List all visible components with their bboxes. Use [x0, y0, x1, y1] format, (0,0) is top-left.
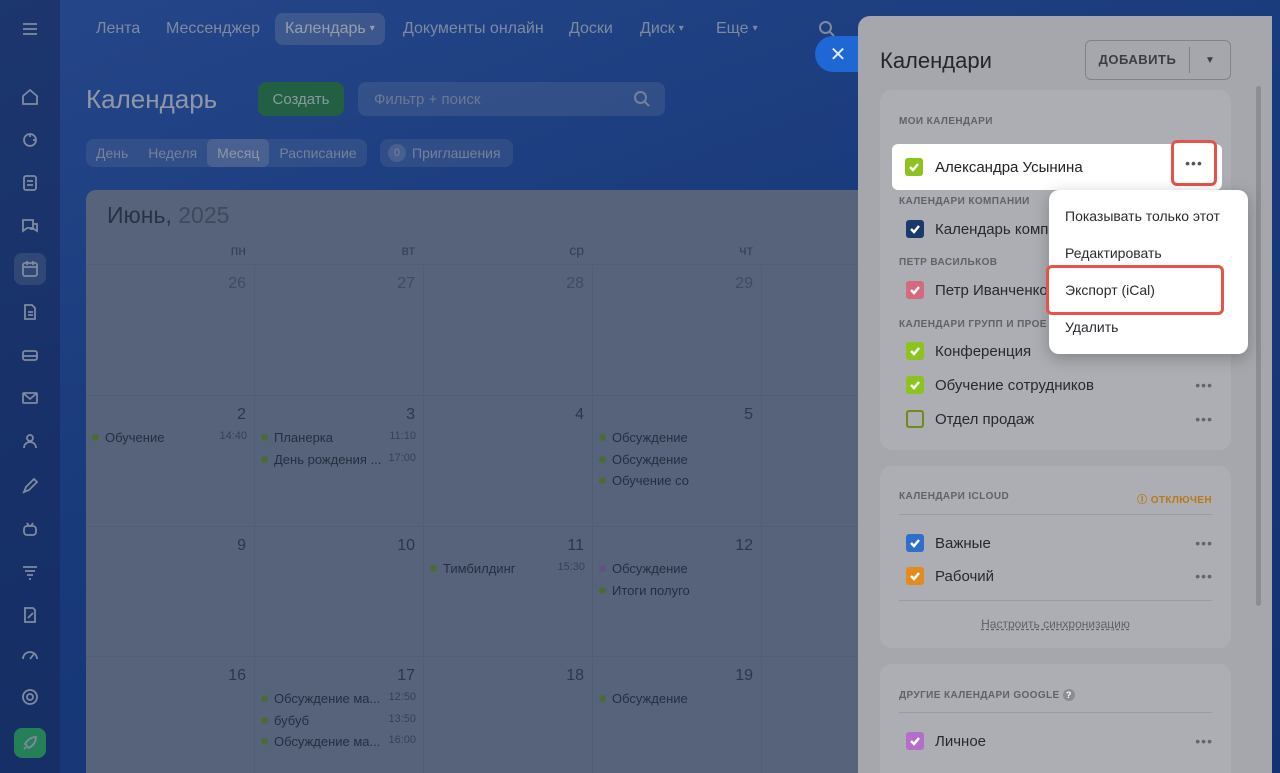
- section-user-calendars: ПЕТР ВАСИЛЬКОВ: [899, 257, 998, 268]
- sync-settings-link[interactable]: Настроить синхронизацию: [880, 617, 1231, 631]
- menu-item-show-only[interactable]: Показывать только этот: [1065, 208, 1220, 224]
- icloud-card: КАЛЕНДАРИ ICLOUD ⓘ ОТКЛЮЧЕН Важные ••• Р…: [880, 466, 1231, 648]
- warning-icon: ⓘ: [1137, 495, 1151, 506]
- calendar-group-training[interactable]: Обучение сотрудников: [906, 373, 1094, 397]
- section-company-calendars: КАЛЕНДАРИ КОМПАНИИ: [899, 196, 1030, 207]
- section-google: ДРУГИЕ КАЛЕНДАРИ GOOGLE ?: [899, 689, 1075, 701]
- menu-item-delete[interactable]: Удалить: [1065, 319, 1118, 335]
- divider: [899, 600, 1212, 601]
- checkbox[interactable]: [906, 220, 924, 238]
- section-google-label: ДРУГИЕ КАЛЕНДАРИ GOOGLE: [899, 690, 1060, 701]
- calendar-name: Важные: [935, 534, 991, 552]
- google-card: ДРУГИЕ КАЛЕНДАРИ GOOGLE ? Личное •••: [880, 664, 1231, 773]
- divider: [899, 712, 1212, 713]
- calendar-icloud-important[interactable]: Важные: [906, 531, 991, 555]
- menu-item-edit[interactable]: Редактировать: [1065, 245, 1162, 261]
- panel-scrollbar[interactable]: [1256, 86, 1261, 606]
- calendar-group-conference[interactable]: Конференция: [906, 339, 1031, 363]
- more-options-icon[interactable]: •••: [1195, 733, 1213, 749]
- calendar-company[interactable]: Календарь комп: [906, 217, 1048, 241]
- divider: [899, 514, 1212, 515]
- icloud-status: ⓘ ОТКЛЮЧЕН: [1137, 491, 1212, 506]
- section-icloud: КАЛЕНДАРИ ICLOUD: [899, 491, 1010, 502]
- chevron-down-icon[interactable]: ▼: [1190, 55, 1230, 66]
- panel-title: Календари: [880, 48, 992, 73]
- more-options-icon[interactable]: •••: [1195, 535, 1213, 551]
- calendar-google-personal[interactable]: Личное: [906, 729, 986, 753]
- more-options-icon[interactable]: •••: [1171, 140, 1217, 186]
- calendar-name: Обучение сотрудников: [935, 376, 1094, 394]
- close-icon: ✕: [829, 43, 847, 66]
- help-icon[interactable]: ?: [1062, 689, 1075, 701]
- checkbox[interactable]: [906, 732, 924, 750]
- checkbox[interactable]: [906, 342, 924, 360]
- calendar-name: Конференция: [935, 342, 1032, 360]
- more-options-icon[interactable]: •••: [1195, 568, 1213, 584]
- more-options-icon[interactable]: •••: [1195, 377, 1213, 393]
- checkbox[interactable]: [906, 410, 924, 428]
- checkbox[interactable]: [906, 376, 924, 394]
- icloud-status-text: ОТКЛЮЧЕН: [1150, 495, 1212, 506]
- calendar-name: Календарь комп: [935, 220, 1049, 238]
- calendar-name: Рабочий: [935, 567, 995, 585]
- calendar-name: Личное: [935, 732, 987, 750]
- more-options-icon[interactable]: •••: [1195, 411, 1213, 427]
- section-group-calendars: КАЛЕНДАРИ ГРУПП И ПРОЕ: [899, 319, 1047, 330]
- checkbox[interactable]: [905, 158, 923, 176]
- checkbox[interactable]: [906, 534, 924, 552]
- calendar-icloud-work[interactable]: Рабочий: [906, 564, 994, 588]
- calendars-panel: Календари ДОБАВИТЬ ▼ МОИ КАЛЕНДАРИ КАЛЕН…: [858, 16, 1272, 773]
- calendar-name: Александра Усынина: [935, 159, 1083, 176]
- close-panel-button[interactable]: ✕: [815, 36, 861, 72]
- checkbox[interactable]: [906, 281, 924, 299]
- add-calendar-button[interactable]: ДОБАВИТЬ ▼: [1085, 40, 1231, 80]
- calendar-name: Отдел продаж: [935, 410, 1035, 428]
- calendar-user[interactable]: Петр Иванченко: [906, 278, 1048, 302]
- calendar-group-sales[interactable]: Отдел продаж: [906, 407, 1034, 431]
- checkbox[interactable]: [906, 567, 924, 585]
- add-calendar-label: ДОБАВИТЬ: [1086, 47, 1190, 73]
- calendar-name: Петр Иванченко: [935, 281, 1048, 299]
- section-my-calendars: МОИ КАЛЕНДАРИ: [899, 116, 993, 127]
- export-highlight: [1046, 265, 1224, 315]
